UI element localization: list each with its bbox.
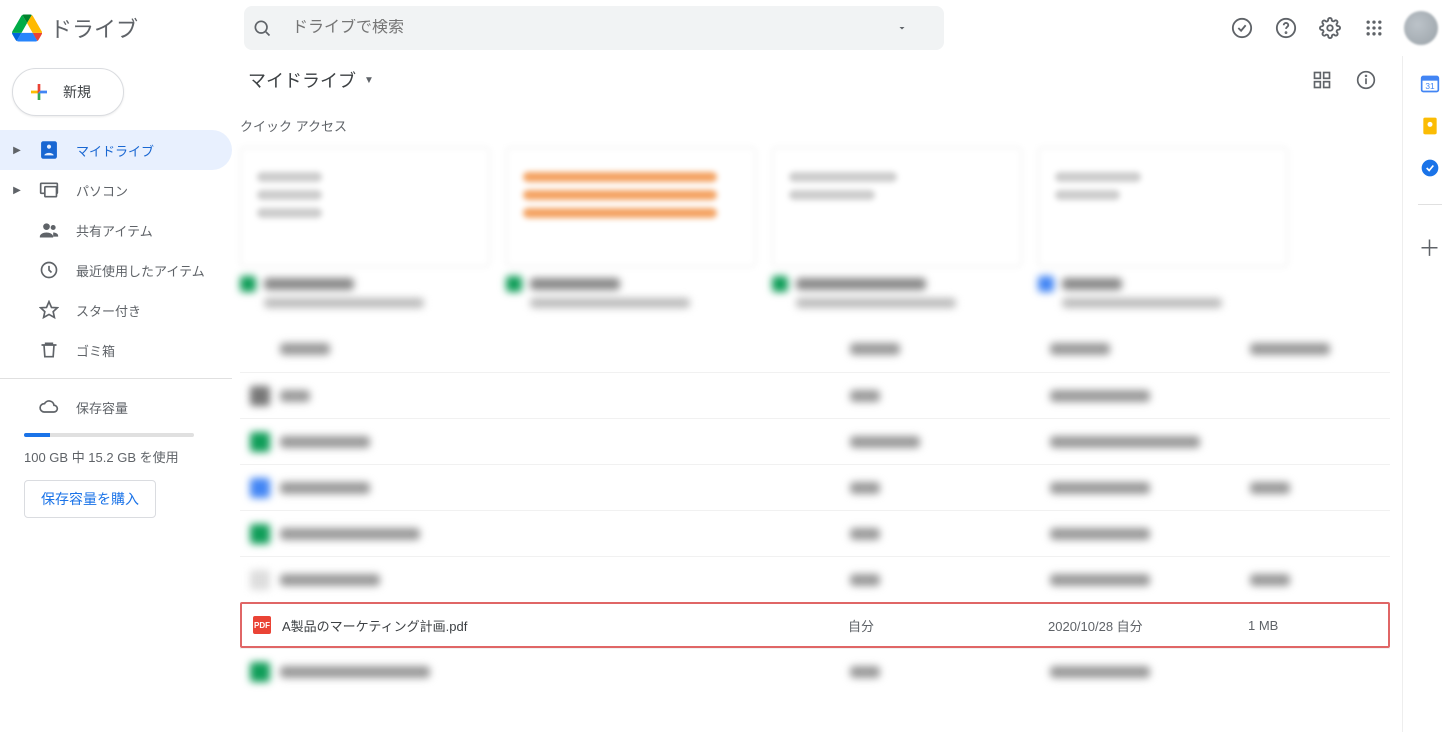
- plus-icon: [27, 80, 51, 104]
- buy-storage-button[interactable]: 保存容量を購入: [24, 480, 156, 518]
- help-icon[interactable]: [1266, 8, 1306, 48]
- view-grid-icon[interactable]: [1302, 60, 1342, 100]
- product-name: ドライブ: [50, 12, 138, 44]
- file-row[interactable]: [240, 648, 1390, 694]
- account-avatar[interactable]: [1404, 11, 1438, 45]
- file-row[interactable]: [240, 464, 1390, 510]
- search-bar[interactable]: [244, 6, 944, 50]
- new-button[interactable]: 新規: [12, 68, 124, 116]
- svg-text:31: 31: [1425, 81, 1435, 91]
- nav-label: 保存容量: [76, 398, 128, 417]
- offline-ready-icon[interactable]: [1222, 8, 1262, 48]
- nav-shared[interactable]: 共有アイテム: [0, 210, 232, 250]
- star-icon: [38, 300, 60, 320]
- nav-label: 共有アイテム: [76, 221, 153, 240]
- file-list: PDF A製品のマーケティング計画.pdf 自分 2020/10/28 自分 1…: [232, 326, 1398, 694]
- nav-starred[interactable]: スター付き: [0, 290, 232, 330]
- search-dropdown-icon[interactable]: [896, 22, 936, 34]
- quick-access-card[interactable]: [1038, 147, 1288, 308]
- chevron-right-icon: ▶: [12, 185, 22, 196]
- info-icon[interactable]: [1346, 60, 1386, 100]
- chevron-down-icon: ▼: [364, 75, 374, 86]
- quick-access-row: [232, 143, 1398, 326]
- tasks-app-icon[interactable]: [1420, 158, 1440, 178]
- header: ドライブ: [0, 0, 1456, 56]
- trash-icon: [38, 340, 60, 360]
- new-button-label: 新規: [63, 82, 91, 102]
- keep-app-icon[interactable]: [1420, 116, 1440, 136]
- storage-bar: [24, 433, 194, 437]
- pdf-icon: PDF: [253, 616, 271, 634]
- apps-grid-icon[interactable]: [1354, 8, 1394, 48]
- quick-access-card[interactable]: [506, 147, 756, 308]
- nav-label: マイドライブ: [76, 141, 154, 160]
- nav-label: ゴミ箱: [76, 341, 115, 360]
- quick-access-title: クイック アクセス: [232, 104, 1398, 143]
- file-modified: 2020/10/28 自分: [1048, 616, 1248, 635]
- nav-storage[interactable]: 保存容量: [0, 387, 232, 427]
- breadcrumb-label: マイドライブ: [248, 67, 356, 93]
- file-name: A製品のマーケティング計画.pdf: [282, 616, 848, 635]
- search-icon[interactable]: [252, 18, 292, 38]
- file-owner: 自分: [848, 616, 1048, 635]
- nav-label: 最近使用したアイテム: [76, 261, 205, 280]
- logo-area[interactable]: ドライブ: [12, 12, 244, 44]
- sidebar: 新規 ▶ マイドライブ ▶ パソコン 共有アイテム 最近使用したアイテム スター…: [0, 56, 232, 732]
- search-input[interactable]: [292, 19, 896, 37]
- add-app-icon[interactable]: ＋: [1418, 231, 1440, 263]
- nav-computers[interactable]: ▶ パソコン: [0, 170, 232, 210]
- file-row-highlighted[interactable]: PDF A製品のマーケティング計画.pdf 自分 2020/10/28 自分 1…: [240, 602, 1390, 648]
- storage-block: 100 GB 中 15.2 GB を使用 保存容量を購入: [0, 433, 232, 518]
- settings-gear-icon[interactable]: [1310, 8, 1350, 48]
- file-row[interactable]: [240, 372, 1390, 418]
- calendar-app-icon[interactable]: 31: [1420, 74, 1440, 94]
- quick-access-card[interactable]: [240, 147, 490, 308]
- chevron-right-icon: ▶: [12, 145, 22, 156]
- side-panel: 31 ＋: [1402, 56, 1456, 732]
- nav-recent[interactable]: 最近使用したアイテム: [0, 250, 232, 290]
- file-row[interactable]: [240, 510, 1390, 556]
- clock-icon: [38, 260, 60, 280]
- nav-trash[interactable]: ゴミ箱: [0, 330, 232, 370]
- header-actions: [1222, 8, 1448, 48]
- drive-logo-icon: [12, 13, 42, 43]
- nav-label: スター付き: [76, 301, 141, 320]
- main-area: マイドライブ ▼ クイック アクセス: [232, 56, 1402, 732]
- file-row[interactable]: [240, 556, 1390, 602]
- nav-my-drive[interactable]: ▶ マイドライブ: [0, 130, 232, 170]
- computers-icon: [38, 180, 60, 200]
- file-row[interactable]: [240, 418, 1390, 464]
- cloud-icon: [38, 397, 60, 417]
- breadcrumb[interactable]: マイドライブ ▼: [240, 63, 382, 97]
- file-size: 1 MB: [1248, 618, 1388, 633]
- nav-label: パソコン: [76, 181, 128, 200]
- file-list-header: [240, 326, 1390, 372]
- my-drive-icon: [38, 140, 60, 160]
- shared-icon: [38, 220, 60, 240]
- main-toolbar: マイドライブ ▼: [232, 56, 1398, 104]
- storage-text: 100 GB 中 15.2 GB を使用: [24, 447, 216, 466]
- quick-access-card[interactable]: [772, 147, 1022, 308]
